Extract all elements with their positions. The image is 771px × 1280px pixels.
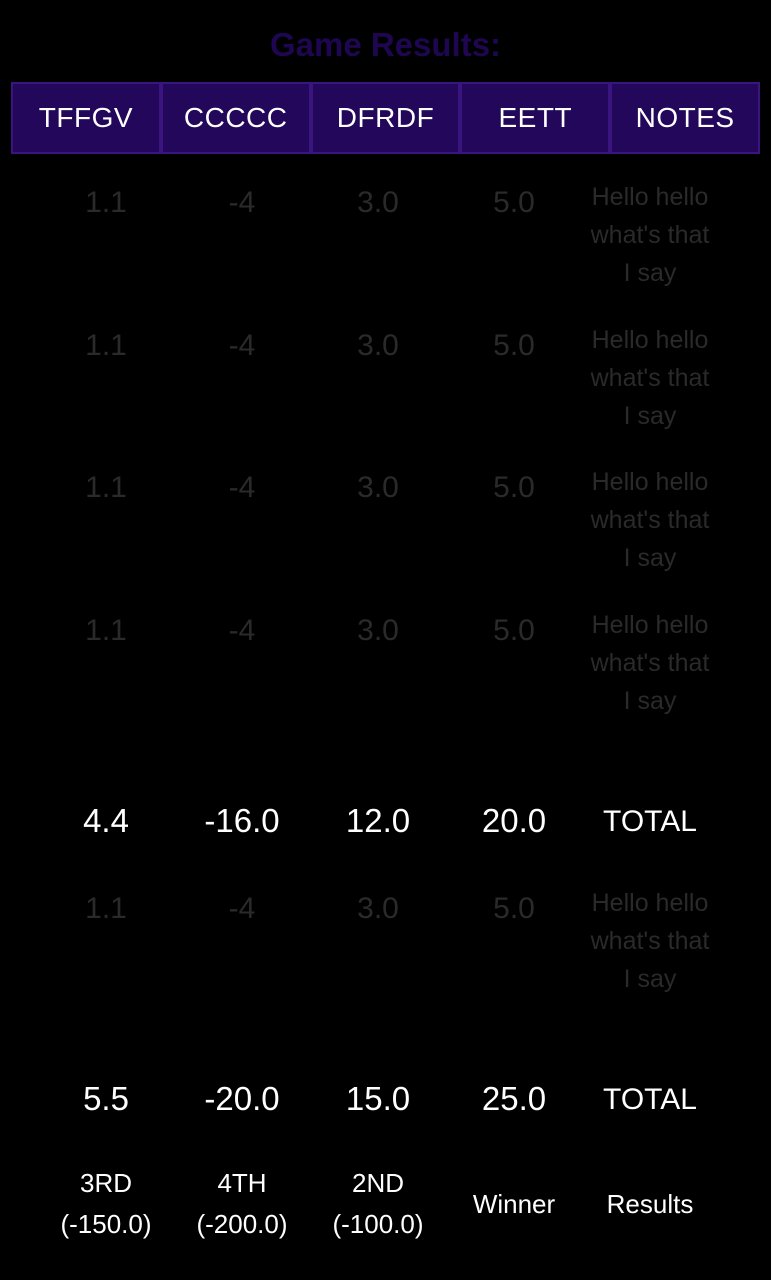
note-line: I say	[623, 402, 677, 430]
header-cell-notes: NOTES	[610, 82, 760, 154]
cell-ccccc: -4	[228, 614, 256, 647]
result-dfrdf: 2ND (-100.0)	[310, 1163, 446, 1245]
cell-eett: 5.0	[493, 892, 535, 925]
note-line: Hello hello	[591, 889, 709, 917]
result-score: (-150.0)	[60, 1209, 152, 1239]
note-line: what's that	[590, 927, 710, 955]
cell-dfrdf: 3.0	[357, 471, 399, 504]
result-winner: Winner	[472, 1188, 556, 1219]
cell-dfrdf: 3.0	[357, 892, 399, 925]
result-score: (-100.0)	[332, 1209, 424, 1239]
cell-ccccc: -4	[228, 471, 256, 504]
cell-eett: 5.0	[493, 329, 535, 362]
note-line: Hello hello	[591, 326, 709, 354]
cell-notes: Hello hello what's that I say	[582, 606, 718, 720]
total-row: 4.4 -16.0 12.0 20.0 TOTAL	[38, 802, 758, 840]
cell-tffgv: 1.1	[85, 329, 127, 362]
total-eett: 20.0	[481, 802, 547, 839]
table-row: 1.1 -4 3.0 5.0 Hello hello what's that I…	[38, 889, 758, 998]
total-eett: 25.0	[481, 1080, 547, 1117]
header-cell-ccccc: CCCCC	[160, 82, 311, 154]
cell-eett: 5.0	[493, 471, 535, 504]
cell-dfrdf: 3.0	[357, 329, 399, 362]
total-dfrdf: 12.0	[345, 802, 411, 839]
table-row: 1.1 -4 3.0 5.0 Hello hello what's that I…	[38, 326, 758, 435]
note-line: Hello hello	[591, 183, 709, 211]
note-line: I say	[623, 544, 677, 572]
total-ccccc: -20.0	[204, 1080, 280, 1117]
total-label: TOTAL	[603, 1083, 697, 1116]
results-row: 3RD (-150.0) 4TH (-200.0) 2ND (-100.0) W…	[38, 1163, 758, 1245]
cell-notes: Hello hello what's that I say	[582, 321, 718, 435]
result-ccccc: 4TH (-200.0)	[174, 1163, 310, 1245]
header-cell-eett: EETT	[460, 82, 611, 154]
cell-ccccc: -4	[228, 892, 256, 925]
note-line: Hello hello	[591, 611, 709, 639]
cell-notes: Hello hello what's that I say	[582, 178, 718, 292]
note-line: I say	[623, 965, 677, 993]
header-cell-tffgv: TFFGV	[11, 82, 161, 154]
cell-tffgv: 1.1	[85, 892, 127, 925]
total-label: TOTAL	[603, 805, 697, 838]
note-line: what's that	[590, 506, 710, 534]
page-title: Game Results:	[269, 26, 502, 63]
table-row: 1.1 -4 3.0 5.0 Hello hello what's that I…	[38, 183, 758, 292]
total-ccccc: -16.0	[204, 802, 280, 839]
cell-ccccc: -4	[228, 186, 256, 219]
cell-tffgv: 1.1	[85, 471, 127, 504]
table-header: TFFGV CCCCC DFRDF EETT NOTES	[11, 82, 760, 154]
cell-eett: 5.0	[493, 614, 535, 647]
results-label: Results	[606, 1188, 694, 1219]
result-tffgv: 3RD (-150.0)	[38, 1163, 174, 1245]
cell-eett: 5.0	[493, 186, 535, 219]
note-line: what's that	[590, 649, 710, 677]
result-place: 3RD	[79, 1168, 132, 1198]
table-row: 1.1 -4 3.0 5.0 Hello hello what's that I…	[38, 468, 758, 577]
cell-notes: Hello hello what's that I say	[582, 463, 718, 577]
cell-dfrdf: 3.0	[357, 614, 399, 647]
note-line: I say	[623, 259, 677, 287]
total-tffgv: 5.5	[83, 1080, 129, 1117]
table-row: 1.1 -4 3.0 5.0 Hello hello what's that I…	[38, 611, 758, 720]
header-cell-dfrdf: DFRDF	[310, 82, 461, 154]
cell-notes: Hello hello what's that I say	[582, 884, 718, 998]
note-line: what's that	[590, 364, 710, 392]
note-line: what's that	[590, 221, 710, 249]
result-score: (-200.0)	[196, 1209, 288, 1239]
cell-ccccc: -4	[228, 329, 256, 362]
total-dfrdf: 15.0	[345, 1080, 411, 1117]
cell-dfrdf: 3.0	[357, 186, 399, 219]
result-place: 2ND	[351, 1168, 404, 1198]
note-line: Hello hello	[591, 468, 709, 496]
cell-tffgv: 1.1	[85, 614, 127, 647]
note-line: I say	[623, 687, 677, 715]
total-row: 5.5 -20.0 15.0 25.0 TOTAL	[38, 1080, 758, 1118]
cell-tffgv: 1.1	[85, 186, 127, 219]
total-tffgv: 4.4	[83, 802, 129, 839]
result-place: 4TH	[217, 1168, 267, 1198]
